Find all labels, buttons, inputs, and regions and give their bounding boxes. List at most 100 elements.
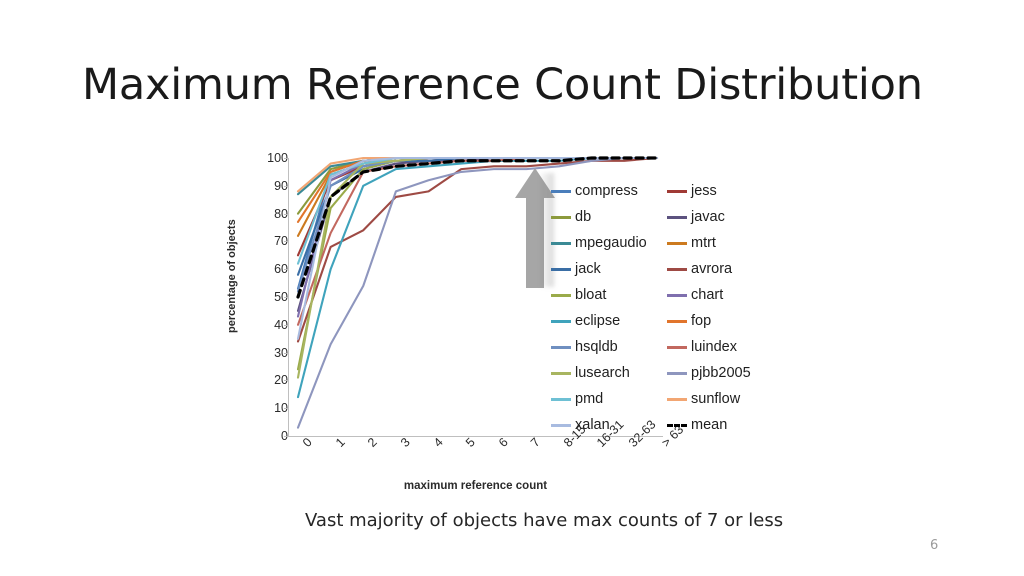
legend-item-db[interactable]: db [551,204,663,230]
legend-item-label: sunflow [691,390,741,407]
legend-item-label: bloat [575,286,607,303]
legend-item-label: jack [575,260,601,277]
legend-swatch-icon [667,345,687,349]
legend-swatch-icon [551,423,571,427]
legend-item-luindex[interactable]: luindex [667,334,779,360]
y-tick-label: 50 [274,290,288,304]
legend-item-mtrt[interactable]: mtrt [667,230,779,256]
x-tick-label: 1 [332,435,348,450]
legend-item-compress[interactable]: compress [551,178,663,204]
x-axis-title: maximum reference count [403,480,548,492]
legend-item-mpegaudio[interactable]: mpegaudio [551,230,663,256]
slide-canvas: Maximum Reference Count Distribution per… [0,0,1024,576]
x-tick-label: 2 [365,435,381,450]
legend-swatch-icon [551,371,571,375]
legend-swatch-icon [551,293,571,297]
legend-item-label: jess [691,182,717,199]
y-tick-mark [284,158,288,159]
legend-item-bloat[interactable]: bloat [551,282,663,308]
legend-item-label: javac [691,208,725,225]
x-tick-label: 5 [463,435,478,450]
legend-swatch-icon [551,267,571,271]
slide-caption: Vast majority of objects have max counts… [305,510,784,531]
legend-item-label: pmd [575,390,604,407]
legend-swatch-icon [667,293,687,297]
legend-item-label: eclipse [575,312,621,329]
y-tick-mark [284,436,288,437]
y-axis-ticks: 0 10 20 30 40 50 60 70 80 90 100 [248,148,288,448]
x-tick-label: 3 [397,435,413,450]
legend-item-label: xalan [575,416,610,433]
legend-item-label: chart [691,286,724,303]
y-tick-mark [284,185,288,187]
legend-swatch-icon [667,241,687,245]
legend-swatch-icon [667,215,687,219]
legend-item-jack[interactable]: jack [551,256,663,282]
legend-item-label: pjbb2005 [691,364,751,381]
legend-item-chart[interactable]: chart [667,282,779,308]
legend-item-fop[interactable]: fop [667,308,779,334]
chart-legend: compress db mpegaudio jack bloat eclipse hsqld… [540,173,781,438]
y-tick-mark [284,269,288,271]
legend-swatch-icon [667,189,687,193]
legend-swatch-icon [667,423,687,427]
legend-item-label: mtrt [691,234,716,251]
y-tick-label: 10 [274,401,288,416]
y-tick-label: 80 [274,206,288,221]
legend-item-lusearch[interactable]: lusearch [551,360,663,386]
legend-item-label: luindex [691,338,737,355]
legend-item-pmd[interactable]: pmd [551,386,663,412]
legend-item-hsqldb[interactable]: hsqldb [551,334,663,360]
legend-swatch-icon [551,319,571,323]
legend-item-label: avrora [691,260,733,277]
legend-item-javac[interactable]: javac [667,204,779,230]
legend-item-pjbb2005[interactable]: pjbb2005 [667,360,779,386]
legend-item-eclipse[interactable]: eclipse [551,308,663,334]
y-tick-mark [284,324,288,326]
y-tick-label: 70 [274,234,288,249]
y-tick-label: 100 [267,151,288,165]
legend-item-label: mean [691,416,728,433]
legend-swatch-icon [667,319,687,323]
legend-swatch-icon [551,397,571,401]
y-tick-label: 30 [274,345,288,360]
x-tick-label: 0 [300,435,315,450]
y-tick-label: 90 [274,178,288,193]
legend-swatch-icon [551,241,571,245]
x-tick-label: 6 [495,435,511,450]
legend-swatch-icon [667,371,687,375]
legend-item-label: lusearch [575,364,630,381]
y-tick-label: 40 [274,317,288,332]
y-tick-mark [284,380,288,382]
legend-item-jess[interactable]: jess [667,178,779,204]
legend-item-label: mpegaudio [575,234,647,251]
legend-swatch-icon [551,215,571,219]
page-title: Maximum Reference Count Distribution [82,60,923,110]
legend-swatch-icon [551,345,571,349]
x-tick-label: 4 [430,435,446,450]
legend-item-label: fop [691,312,712,329]
x-tick-label: 7 [528,435,544,450]
legend-item-sunflow[interactable]: sunflow [667,386,779,412]
y-tick-mark [284,352,288,354]
legend-column-left: compress db mpegaudio jack bloat eclipse hsqld… [551,178,663,438]
legend-item-mean[interactable]: mean [667,412,779,438]
legend-item-label: compress [575,182,638,199]
legend-swatch-icon [551,189,571,193]
legend-swatch-icon [667,397,687,401]
y-tick-mark [284,213,288,215]
legend-column-right: jess javac mtrt avrora chart fop luindex pjbb20… [667,178,779,438]
y-tick-mark [284,297,288,298]
legend-swatch-icon [667,267,687,271]
y-tick-mark [284,408,288,410]
legend-item-xalan[interactable]: xalan [551,412,663,438]
slide-number: 6 [930,538,939,553]
legend-item-avrora[interactable]: avrora [667,256,779,282]
y-tick-label: 20 [274,373,288,388]
legend-item-label: db [575,208,592,225]
y-axis-title: percentage of objects [226,219,238,333]
y-tick-mark [284,241,288,243]
legend-item-label: hsqldb [575,338,618,355]
y-tick-label: 60 [274,262,288,277]
y-tick-label: 0 [254,430,288,443]
